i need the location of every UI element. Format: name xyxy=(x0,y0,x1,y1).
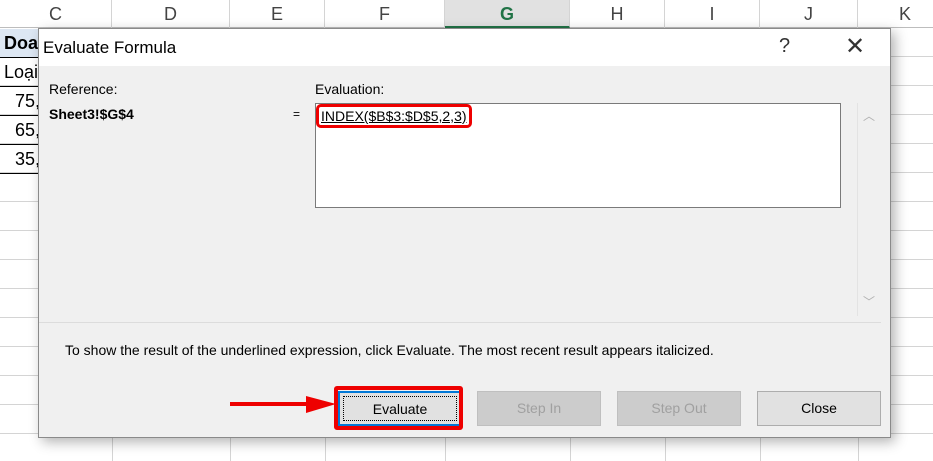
help-icon[interactable]: ? xyxy=(779,35,790,58)
scroll-up-icon[interactable]: ︿ xyxy=(863,107,875,124)
column-header-d[interactable]: D xyxy=(112,0,230,28)
step-in-button[interactable]: Step In xyxy=(477,391,601,426)
column-header-j[interactable]: J xyxy=(760,0,858,28)
column-header-c[interactable]: C xyxy=(0,0,112,28)
evaluation-formula: INDEX($B$3:$D$5,2,3) xyxy=(316,104,472,128)
hint-text: To show the result of the underlined exp… xyxy=(65,342,714,358)
reference-label: Reference: xyxy=(49,81,118,97)
cell[interactable]: 35, xyxy=(0,145,40,174)
evaluation-label: Evaluation: xyxy=(315,81,385,97)
close-button[interactable]: Close xyxy=(757,391,881,426)
dialog-titlebar[interactable]: Evaluate Formula ? ✕ xyxy=(39,29,890,66)
cell[interactable]: Doa xyxy=(0,29,40,58)
cell[interactable]: 75, xyxy=(0,87,40,116)
red-arrow-icon xyxy=(230,396,336,413)
scroll-down-icon[interactable]: ﹀ xyxy=(863,293,875,310)
column-header-e[interactable]: E xyxy=(230,0,325,28)
cell[interactable]: 65, xyxy=(0,116,40,145)
divider xyxy=(39,322,881,323)
evaluate-formula-dialog: Evaluate Formula ? ✕ Reference: Sheet3!$… xyxy=(38,28,891,438)
step-out-button[interactable]: Step Out xyxy=(617,391,741,426)
highlight-box xyxy=(334,386,463,430)
column-header-k[interactable]: K xyxy=(858,0,933,28)
column-header-g[interactable]: G xyxy=(445,0,570,28)
evaluation-scrollbar[interactable]: ︿ ﹀ xyxy=(857,103,881,316)
close-icon[interactable]: ✕ xyxy=(845,32,865,61)
evaluation-box[interactable]: INDEX($B$3:$D$5,2,3) xyxy=(315,103,841,208)
equals-sign: = xyxy=(293,107,301,121)
cell[interactable]: Loại xyxy=(0,58,40,87)
column-header-h[interactable]: H xyxy=(570,0,665,28)
column-headers: C D E F G H I J K xyxy=(0,0,933,28)
column-header-i[interactable]: I xyxy=(665,0,760,28)
dialog-title: Evaluate Formula xyxy=(43,38,177,57)
column-header-f[interactable]: F xyxy=(325,0,445,28)
reference-value: Sheet3!$G$4 xyxy=(49,106,134,122)
